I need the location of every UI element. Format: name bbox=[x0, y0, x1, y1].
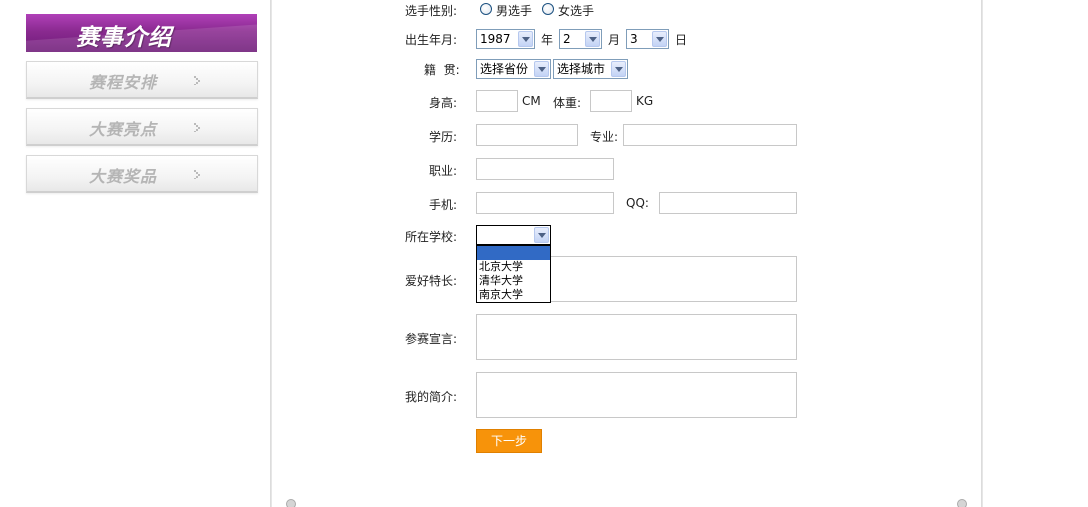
sidebar-item-label: 赛程安排 bbox=[89, 73, 158, 92]
resize-handle-icon bbox=[286, 499, 296, 507]
phone-label: 手机: bbox=[429, 198, 458, 212]
education-input[interactable] bbox=[476, 124, 578, 146]
birth-month-value: 2 bbox=[563, 32, 571, 46]
sidebar-header: 赛事介绍 bbox=[26, 14, 257, 52]
chevron-right-icon bbox=[194, 123, 200, 132]
school-select[interactable] bbox=[476, 225, 551, 245]
chevron-right-icon bbox=[194, 170, 200, 179]
resize-handle-icon bbox=[957, 499, 967, 507]
province-value: 选择省份 bbox=[480, 62, 529, 76]
city-value: 选择城市 bbox=[557, 62, 606, 76]
next-step-button[interactable]: 下一步 bbox=[476, 429, 542, 453]
sidebar-item-prizes[interactable]: 大赛奖品 bbox=[26, 155, 258, 193]
gender-male-radio[interactable] bbox=[480, 3, 492, 15]
sidebar: 赛事介绍 赛程安排 大赛亮点 大赛奖品 bbox=[26, 14, 258, 193]
birth-month-unit: 月 bbox=[608, 33, 621, 47]
sidebar-item-highlights[interactable]: 大赛亮点 bbox=[26, 108, 258, 146]
school-option-tsinghua[interactable]: 清华大学 bbox=[477, 274, 550, 288]
hobbies-label: 爱好特长: bbox=[405, 274, 458, 288]
height-input[interactable] bbox=[476, 90, 518, 112]
education-label: 学历: bbox=[429, 130, 458, 144]
birth-year-select[interactable]: 1987 bbox=[476, 29, 535, 49]
weight-label: 体重: bbox=[553, 96, 582, 110]
phone-input[interactable] bbox=[476, 192, 614, 214]
school-option-blank[interactable] bbox=[477, 246, 550, 260]
sidebar-header-title: 赛事介绍 bbox=[76, 24, 172, 51]
birth-year-value: 1987 bbox=[480, 32, 511, 46]
gender-female-label: 女选手 bbox=[558, 4, 595, 18]
weight-input[interactable] bbox=[590, 90, 632, 112]
height-unit: CM bbox=[522, 94, 541, 108]
weight-unit: KG bbox=[636, 94, 654, 108]
birth-year-unit: 年 bbox=[541, 33, 554, 47]
sidebar-item-schedule[interactable]: 赛程安排 bbox=[26, 61, 258, 99]
chevron-down-icon bbox=[652, 31, 667, 47]
chevron-down-icon bbox=[534, 227, 549, 243]
birth-day-select[interactable]: 3 bbox=[626, 29, 669, 49]
chevron-down-icon bbox=[611, 61, 626, 77]
qq-input[interactable] bbox=[659, 192, 797, 214]
school-option-pku[interactable]: 北京大学 bbox=[477, 260, 550, 274]
sidebar-item-label: 大赛亮点 bbox=[89, 120, 158, 139]
major-label: 专业: bbox=[590, 130, 619, 144]
birth-day-unit: 日 bbox=[675, 33, 688, 47]
declaration-textarea[interactable] bbox=[476, 314, 797, 360]
occupation-label: 职业: bbox=[429, 164, 458, 178]
height-label: 身高: bbox=[429, 96, 458, 110]
gender-male-label: 男选手 bbox=[496, 4, 533, 18]
birth-month-select[interactable]: 2 bbox=[559, 29, 602, 49]
chevron-down-icon bbox=[518, 31, 533, 47]
province-select[interactable]: 选择省份 bbox=[476, 59, 551, 79]
chevron-right-icon bbox=[194, 76, 200, 85]
school-option-nju[interactable]: 南京大学 bbox=[477, 288, 550, 302]
birth-label: 出生年月: bbox=[405, 33, 458, 47]
origin-label: 籍 贯: bbox=[424, 63, 460, 77]
occupation-input[interactable] bbox=[476, 158, 614, 180]
qq-label: QQ: bbox=[626, 196, 649, 210]
chevron-down-icon bbox=[585, 31, 600, 47]
city-select[interactable]: 选择城市 bbox=[553, 59, 628, 79]
gender-female-radio[interactable] bbox=[542, 3, 554, 15]
content-border-right bbox=[981, 0, 983, 507]
school-label: 所在学校: bbox=[405, 230, 458, 244]
intro-textarea[interactable] bbox=[476, 372, 797, 418]
content-border-left bbox=[270, 0, 272, 507]
major-input[interactable] bbox=[623, 124, 797, 146]
school-dropdown-list[interactable]: 北京大学 清华大学 南京大学 bbox=[476, 245, 551, 303]
declaration-label: 参赛宣言: bbox=[405, 332, 458, 346]
intro-label: 我的简介: bbox=[405, 390, 458, 404]
gender-label: 选手性别: bbox=[405, 4, 458, 18]
sidebar-item-label: 大赛奖品 bbox=[89, 167, 158, 186]
chevron-down-icon bbox=[534, 61, 549, 77]
birth-day-value: 3 bbox=[630, 32, 638, 46]
